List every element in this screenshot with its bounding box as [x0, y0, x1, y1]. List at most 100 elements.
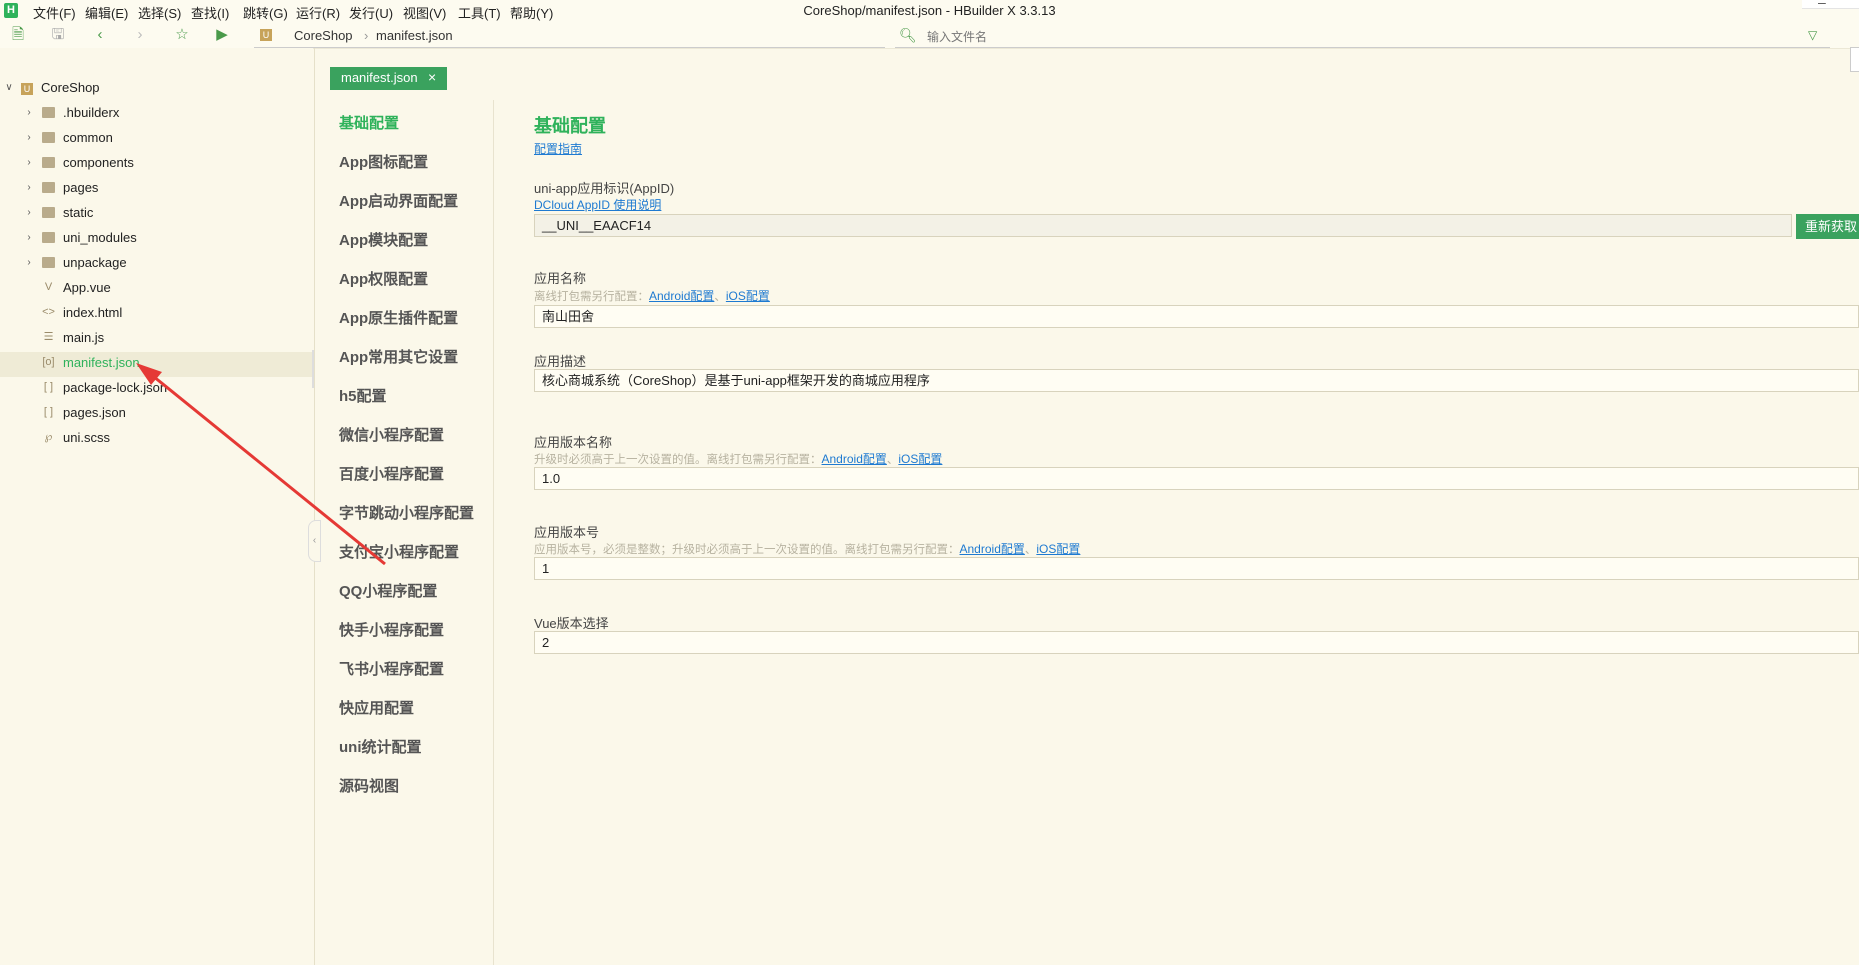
tree-item-pages[interactable]: › pages: [0, 177, 313, 202]
chevron-right-icon[interactable]: ›: [24, 132, 34, 143]
folder-icon: [42, 157, 55, 168]
breadcrumb-file[interactable]: manifest.json: [376, 28, 453, 43]
app-name-hint: 离线打包需另行配置：: [534, 291, 649, 303]
settings-nav: 基础配置 App图标配置 App启动界面配置 App模块配置 App权限配置 A…: [315, 100, 494, 965]
chevron-right-icon[interactable]: ›: [24, 207, 34, 218]
filter-icon[interactable]: ▽: [1808, 28, 1817, 42]
window-controls-area: [1802, 0, 1859, 9]
nav-app-splash-config[interactable]: App启动界面配置: [339, 190, 458, 211]
config-guide-link[interactable]: 配置指南: [534, 140, 582, 157]
chevron-right-icon[interactable]: ›: [24, 107, 34, 118]
android-config-link[interactable]: Android配置: [822, 452, 887, 466]
version-name-hint: 升级时必须高于上一次设置的值。离线打包需另行配置：: [534, 454, 822, 466]
chevron-right-icon[interactable]: ›: [24, 257, 34, 268]
tree-item-static[interactable]: › static: [0, 202, 313, 227]
nav-quickapp-config[interactable]: 快应用配置: [339, 697, 414, 718]
minimize-button[interactable]: –: [1818, 0, 1826, 10]
html-file-icon: <>: [42, 306, 55, 318]
forward-icon[interactable]: ›: [130, 25, 150, 45]
editor-tab-manifest[interactable]: manifest.json ×: [330, 67, 447, 90]
vue-version-select[interactable]: 2: [534, 631, 1859, 654]
tree-item-label: manifest.json: [63, 355, 140, 370]
tree-item-label: unpackage: [63, 255, 127, 270]
run-icon[interactable]: ▶︎: [212, 25, 232, 45]
tree-item-uni-scss[interactable]: ℘ uni.scss: [0, 427, 313, 452]
panel-edge: [1850, 47, 1859, 72]
tree-item-label: common: [63, 130, 113, 145]
app-description-field[interactable]: 核心商城系统（CoreShop）是基于uni-app框架开发的商城应用程序: [534, 369, 1859, 392]
nav-baidu-mp-config[interactable]: 百度小程序配置: [339, 463, 444, 484]
android-config-link[interactable]: Android配置: [649, 289, 714, 303]
nav-app-native-plugin-config[interactable]: App原生插件配置: [339, 307, 458, 328]
app-description-label: 应用描述: [534, 354, 587, 369]
tree-item-components[interactable]: › components: [0, 152, 313, 177]
json-file-icon: [ ]: [43, 406, 54, 418]
separator: 、: [714, 291, 726, 303]
nav-qq-mp-config[interactable]: QQ小程序配置: [339, 580, 437, 601]
nav-h5-config[interactable]: h5配置: [339, 385, 387, 406]
tree-item-common[interactable]: › common: [0, 127, 313, 152]
tree-root-label: CoreShop: [41, 80, 100, 95]
file-search-input[interactable]: [925, 27, 1809, 47]
nav-bytedance-mp-config[interactable]: 字节跳动小程序配置: [339, 502, 474, 523]
tree-item-label: index.html: [63, 305, 123, 320]
tree-item-pages-json[interactable]: [ ] pages.json: [0, 402, 313, 427]
chevron-right-icon[interactable]: ›: [24, 182, 34, 193]
window-title: CoreShop/manifest.json - HBuilder X 3.3.…: [803, 3, 1056, 18]
ios-config-link[interactable]: iOS配置: [898, 452, 942, 466]
nav-basic-config[interactable]: 基础配置: [339, 112, 399, 133]
toolbar: 🗎 🖫 ‹ › ☆ ▶︎ U CoreShop › manifest.json …: [0, 22, 1859, 72]
tree-item-hbuilderx[interactable]: › .hbuilderx: [0, 102, 313, 127]
nav-alipay-mp-config[interactable]: 支付宝小程序配置: [339, 541, 459, 562]
nav-app-module-config[interactable]: App模块配置: [339, 229, 428, 250]
project-icon: U: [21, 83, 33, 95]
basic-config-form: 基础配置 配置指南 uni-app应用标识(AppID) DCloud AppI…: [534, 100, 1859, 965]
chevron-right-icon[interactable]: ›: [24, 232, 34, 243]
nav-kuaishou-mp-config[interactable]: 快手小程序配置: [339, 619, 444, 640]
version-name-label: 应用版本名称: [534, 435, 613, 450]
appid-field[interactable]: __UNI__EAACF14: [534, 214, 1792, 237]
chevron-right-icon[interactable]: ›: [24, 157, 34, 168]
save-icon[interactable]: 🖫: [48, 25, 68, 45]
tree-item-uni-modules[interactable]: › uni_modules: [0, 227, 313, 252]
json-file-icon: [ ]: [43, 381, 54, 393]
nav-app-other-settings[interactable]: App常用其它设置: [339, 346, 458, 367]
tree-item-main-js[interactable]: ☰ main.js: [0, 327, 313, 352]
tree-item-label: components: [63, 155, 134, 170]
tree-root[interactable]: ∨ U CoreShop: [0, 77, 313, 102]
tree-item-manifest-json[interactable]: [o] manifest.json: [0, 352, 313, 377]
tree-item-label: pages: [63, 180, 99, 195]
ios-config-link[interactable]: iOS配置: [726, 289, 770, 303]
nav-app-permission-config[interactable]: App权限配置: [339, 268, 428, 289]
tree-item-unpackage[interactable]: › unpackage: [0, 252, 313, 277]
nav-feishu-mp-config[interactable]: 飞书小程序配置: [339, 658, 444, 679]
editor-tab-label: manifest.json: [341, 70, 418, 85]
refresh-appid-button[interactable]: 重新获取: [1796, 214, 1859, 239]
app-name-label: 应用名称: [534, 271, 587, 286]
tree-item-package-lock-json[interactable]: [ ] package-lock.json: [0, 377, 313, 402]
appid-help-link[interactable]: DCloud AppID 使用说明: [534, 196, 661, 213]
android-config-link[interactable]: Android配置: [960, 542, 1025, 556]
nav-uni-stat-config[interactable]: uni统计配置: [339, 736, 422, 757]
close-icon[interactable]: ×: [428, 69, 436, 85]
app-name-field[interactable]: 南山田舍: [534, 305, 1859, 328]
version-name-hint-row: 升级时必须高于上一次设置的值。离线打包需另行配置：Android配置、iOS配置: [534, 450, 942, 468]
chevron-down-icon[interactable]: ∨: [4, 82, 14, 93]
version-name-field[interactable]: 1.0: [534, 467, 1859, 490]
tree-item-app-vue[interactable]: V App.vue: [0, 277, 313, 302]
vue-file-icon: V: [44, 281, 53, 293]
ios-config-link[interactable]: iOS配置: [1036, 542, 1080, 556]
breadcrumb-project[interactable]: CoreShop: [294, 28, 353, 43]
back-icon[interactable]: ‹: [90, 25, 110, 45]
nav-weixin-mp-config[interactable]: 微信小程序配置: [339, 424, 444, 445]
favorite-icon[interactable]: ☆: [172, 25, 192, 45]
new-file-icon[interactable]: 🗎: [8, 25, 28, 45]
appid-label: uni-app应用标识(AppID): [534, 181, 675, 196]
nav-app-icon-config[interactable]: App图标配置: [339, 151, 428, 172]
tree-item-label: uni.scss: [63, 430, 110, 445]
version-code-hint-row: 应用版本号，必须是整数；升级时必须高于上一次设置的值。离线打包需另行配置：And…: [534, 540, 1080, 558]
nav-source-view[interactable]: 源码视图: [339, 775, 399, 796]
version-code-field[interactable]: 1: [534, 557, 1859, 580]
app-name-hint-row: 离线打包需另行配置：Android配置、iOS配置: [534, 287, 770, 305]
tree-item-index-html[interactable]: <> index.html: [0, 302, 313, 327]
